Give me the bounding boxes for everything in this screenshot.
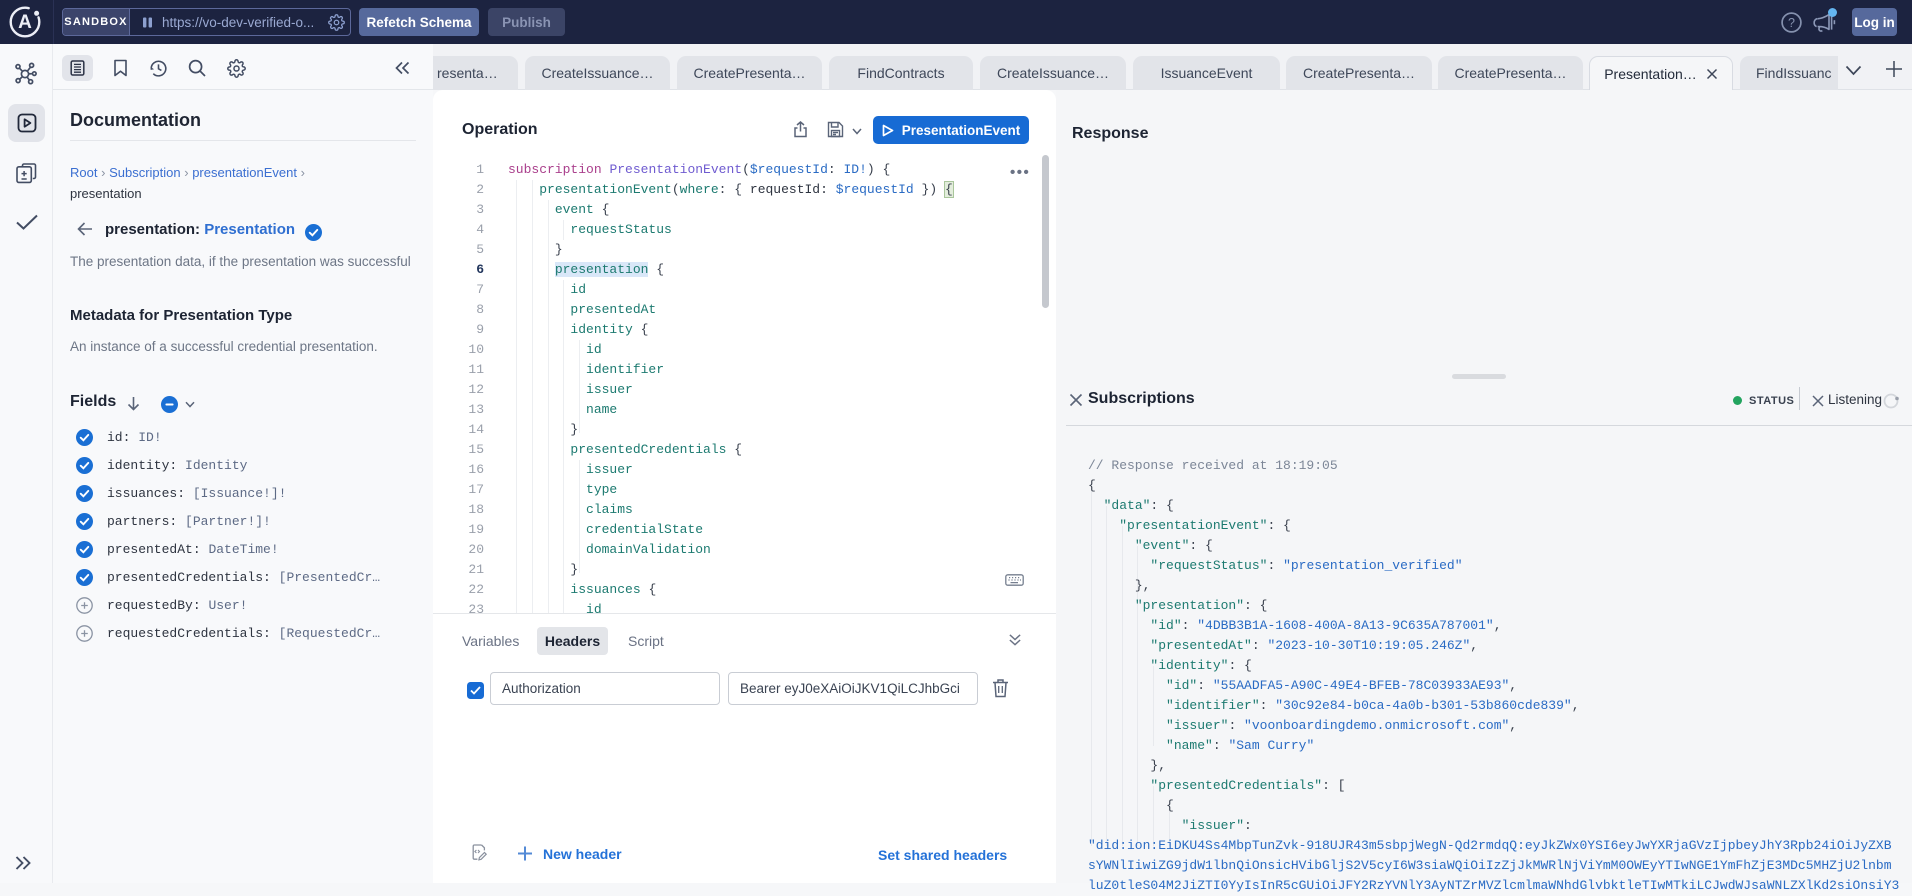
- svg-text:A: A: [18, 12, 32, 33]
- svg-text:?: ?: [1788, 16, 1795, 30]
